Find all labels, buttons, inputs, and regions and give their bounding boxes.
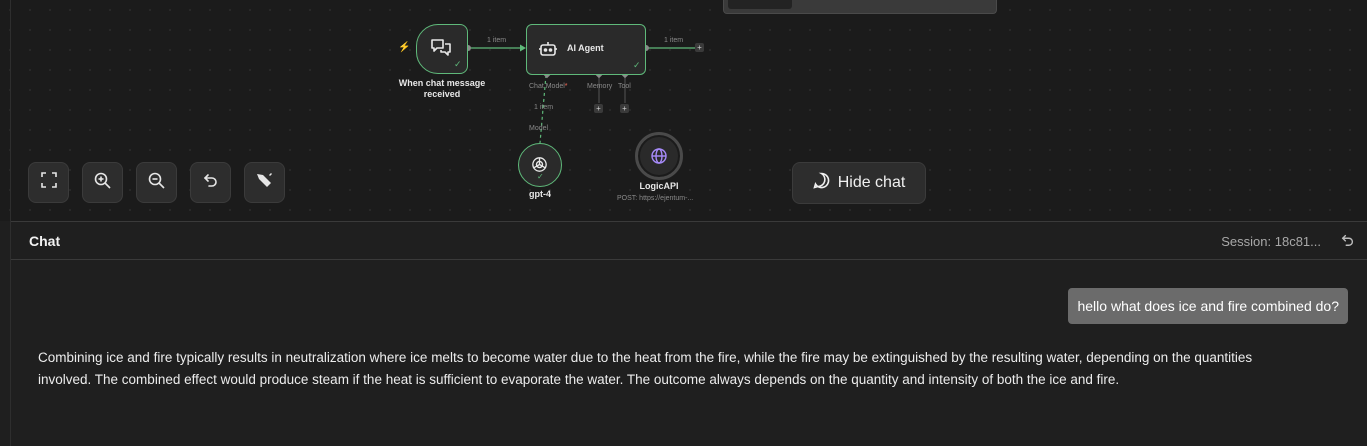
success-check-icon: ✓ [454,59,462,69]
session-id[interactable]: Session: 18c81... [1221,234,1321,249]
logicapi-subtitle: POST: https://ejentum-... [617,195,694,202]
gpt-4-label: gpt-4 [529,189,551,199]
chat-header: Chat Session: 18c81... [11,221,1367,260]
fullscreen-icon [40,172,57,193]
success-check-icon: ✓ [633,60,641,70]
chat-bubble-icon [813,172,830,194]
broom-icon [256,171,274,194]
add-memory-button[interactable]: + [594,104,603,113]
trigger-item-count: 1 item [487,37,507,44]
workflow-canvas[interactable]: ⚡ ✓ When chat message received 1 item AI… [0,0,1367,221]
assistant-message: Combining ice and fire typically results… [38,350,1253,387]
robot-icon [539,41,557,57]
chat-model-port-label: Chat Model* [529,83,568,90]
ai-agent-label: AI Agent [567,43,604,53]
hide-chat-button[interactable]: Hide chat [792,162,926,204]
zoom-in-icon [94,172,111,194]
add-tool-button[interactable]: + [620,104,629,113]
chat-trigger-node[interactable]: ✓ [416,24,468,74]
zoom-in-button[interactable] [82,162,123,203]
reset-session-icon[interactable] [1341,233,1355,252]
model-connection-label: Model [529,125,549,132]
fit-view-button[interactable] [28,162,69,203]
logicapi-tool-node[interactable] [635,132,683,180]
logicapi-label: LogicAPI [639,181,679,191]
success-check-icon: ✓ [537,172,544,181]
user-message: hello what does ice and fire combined do… [1068,288,1348,324]
hide-chat-label: Hide chat [837,174,906,191]
undo-icon [203,172,219,193]
model-item-count: 1 item [534,104,554,111]
chat-bubbles-icon [430,38,452,58]
trigger-bolt-icon: ⚡ [398,42,411,53]
tool-port-label: Tool [618,83,631,90]
chat-title: Chat [29,233,61,249]
zoom-out-icon [148,172,165,194]
trigger-node-label: When chat message received [398,78,486,99]
memory-port-label: Memory [587,83,613,90]
add-next-node-button[interactable]: + [695,43,704,52]
agent-item-count: 1 item [664,37,684,44]
tidy-up-button[interactable] [244,162,285,203]
gpt-4-model-node[interactable]: ✓ [518,143,562,187]
undo-button[interactable] [190,162,231,203]
zoom-out-button[interactable] [136,162,177,203]
ai-agent-node[interactable]: AI Agent ✓ [526,24,646,75]
globe-icon [650,147,668,165]
